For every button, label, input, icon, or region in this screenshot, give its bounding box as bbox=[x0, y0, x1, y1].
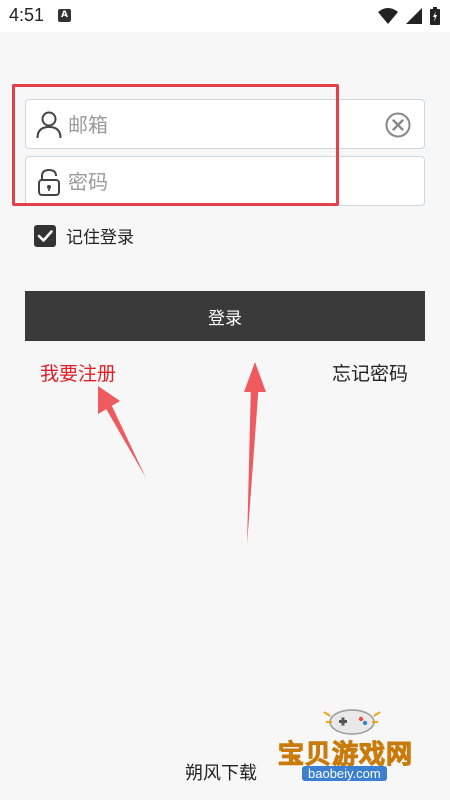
login-button[interactable]: 登录 bbox=[25, 291, 425, 341]
register-link[interactable]: 我要注册 bbox=[40, 359, 116, 386]
password-field[interactable] bbox=[25, 156, 425, 206]
arrow-to-login bbox=[244, 362, 266, 545]
remember-login-toggle[interactable]: 记住登录 bbox=[34, 223, 134, 248]
app-name-text: 朔风下载 bbox=[185, 763, 257, 784]
status-bar: 4:51 A bbox=[0, 0, 450, 32]
wifi-icon bbox=[378, 8, 398, 24]
battery-icon bbox=[430, 7, 440, 25]
checkmark-icon bbox=[37, 229, 53, 242]
arrow-to-register bbox=[98, 386, 146, 478]
email-field[interactable] bbox=[25, 99, 425, 149]
password-input[interactable] bbox=[68, 165, 388, 199]
user-icon bbox=[36, 111, 62, 139]
status-icons bbox=[378, 6, 440, 26]
watermark-url: baobeiy.com bbox=[302, 766, 387, 781]
lock-icon bbox=[38, 168, 60, 196]
status-time: 4:51 bbox=[9, 5, 45, 25]
clear-icon[interactable] bbox=[385, 112, 411, 138]
forgot-password-link[interactable]: 忘记密码 bbox=[332, 359, 408, 386]
email-input[interactable] bbox=[68, 108, 388, 142]
signal-icon bbox=[406, 8, 422, 24]
remember-checkbox[interactable] bbox=[34, 224, 56, 247]
notification-icon: A bbox=[58, 9, 71, 22]
remember-label: 记住登录 bbox=[66, 228, 134, 248]
watermark-logo: 宝贝游戏网 baobeiy.com bbox=[272, 700, 448, 796]
